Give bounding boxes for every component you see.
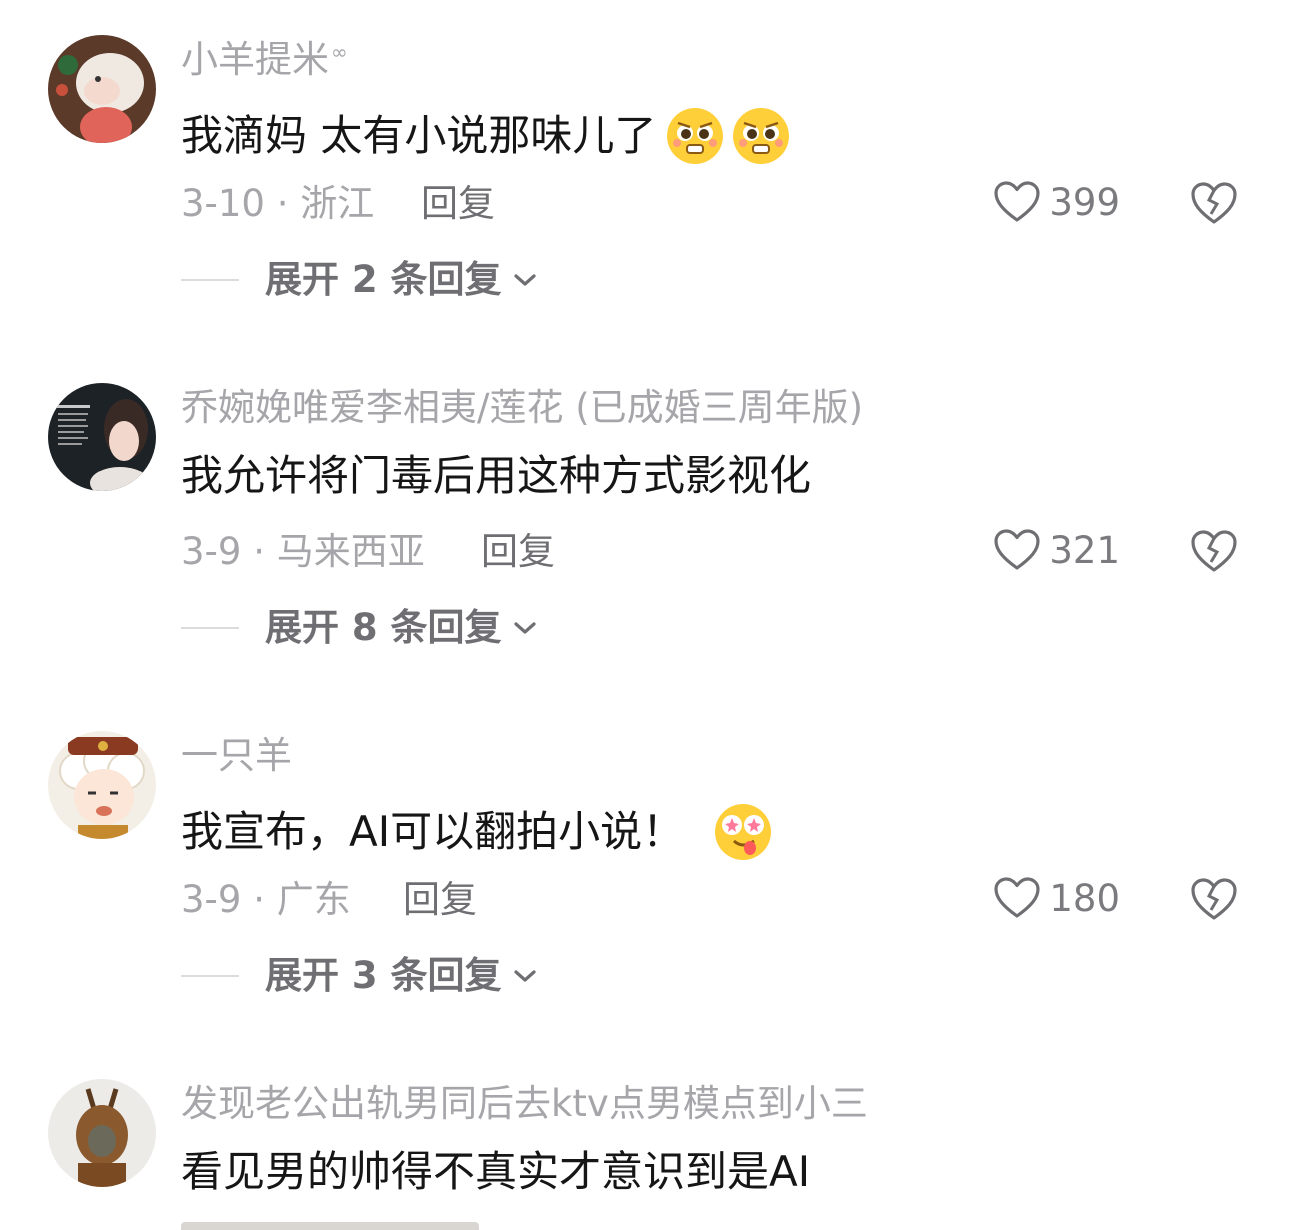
expand-replies-label: 展开 3 条回复 [265, 954, 502, 997]
expand-replies-button[interactable]: 展开 2 条回复 [181, 261, 538, 298]
reply-button[interactable]: 回复 [403, 881, 477, 918]
username[interactable]: 小羊提米 ∞ [181, 41, 348, 78]
heart-outline-icon [994, 529, 1040, 570]
pleading-face-emoji [732, 107, 790, 165]
broken-heart-icon [1191, 878, 1237, 920]
expand-replies-button[interactable]: 展开 8 条回复 [181, 609, 538, 646]
dislike-button[interactable] [1190, 528, 1238, 574]
comment-date-location: 3-10 · 浙江 [181, 182, 375, 225]
avatar[interactable] [48, 731, 156, 839]
chevron-down-icon [513, 273, 536, 286]
dislike-button[interactable] [1190, 876, 1238, 922]
username[interactable]: 发现老公出轨男同后去ktv点男模点到小三 [181, 1085, 868, 1122]
comment-text: 我宣布，AI可以翻拍小说！ [181, 803, 772, 861]
comment-list: 小羊提米 ∞ 我滴妈 太有小说那味儿了 3-10 · 浙江 回复 399 展开 2… [0, 0, 1290, 1230]
avatar-cartoon-sheep-image [48, 731, 156, 839]
comment-date-location: 3-9 · 广东 [181, 878, 351, 921]
comment-date-location: 3-9 · 马来西亚 [181, 530, 425, 573]
heart-outline-icon [994, 181, 1040, 222]
like-button[interactable]: 321 [993, 528, 1120, 572]
heart-outline-icon [994, 877, 1040, 918]
divider-line [181, 278, 239, 281]
avatar-lamb-image [48, 35, 156, 143]
expand-replies-label: 展开 2 条回复 [265, 258, 502, 301]
expand-replies-button[interactable]: 展开 3 条回复 [181, 957, 538, 994]
comment-item: 一只羊 我宣布，AI可以翻拍小说！ 3-9 · 广东 回复 180 展开 3 条… [0, 731, 1290, 1071]
pleading-face-emoji [666, 107, 724, 165]
comment-text: 看见男的帅得不真实才意识到是AI [181, 1147, 811, 1196]
broken-heart-icon [1191, 182, 1237, 224]
chevron-down-icon [513, 621, 536, 634]
like-count: 180 [1049, 876, 1120, 920]
comment-image-preview[interactable] [181, 1222, 479, 1230]
comment-text: 我允许将门毒后用这种方式影视化 [181, 451, 812, 500]
like-count: 399 [1049, 180, 1120, 224]
chevron-down-icon [513, 969, 536, 982]
reply-button[interactable]: 回复 [421, 185, 495, 222]
avatar[interactable] [48, 1079, 156, 1187]
divider-line [181, 974, 239, 977]
avatar[interactable] [48, 35, 156, 143]
comment-item: 乔婉娩唯爱李相夷/莲花 (已成婚三周年版) 我允许将门毒后用这种方式影视化 3-… [0, 383, 1290, 723]
username-badge: ∞ [331, 39, 348, 64]
username[interactable]: 乔婉娩唯爱李相夷/莲花 (已成婚三周年版) [181, 389, 863, 426]
star-struck-tongue-face-emoji [714, 803, 772, 861]
like-count: 321 [1049, 528, 1120, 572]
comment-item: 发现老公出轨男同后去ktv点男模点到小三 看见男的帅得不真实才意识到是AI [0, 1079, 1290, 1230]
comment-text: 我滴妈 太有小说那味儿了 [181, 107, 790, 165]
like-button[interactable]: 180 [993, 876, 1120, 920]
avatar-woman-portrait-image [48, 383, 156, 491]
avatar-costume-figure-image [48, 1079, 156, 1187]
dislike-button[interactable] [1190, 180, 1238, 226]
divider-line [181, 626, 239, 629]
comment-item: 小羊提米 ∞ 我滴妈 太有小说那味儿了 3-10 · 浙江 回复 399 展开 2… [0, 35, 1290, 375]
username[interactable]: 一只羊 [181, 737, 292, 774]
like-button[interactable]: 399 [993, 180, 1120, 224]
avatar[interactable] [48, 383, 156, 491]
broken-heart-icon [1191, 530, 1237, 572]
reply-button[interactable]: 回复 [481, 533, 555, 570]
expand-replies-label: 展开 8 条回复 [265, 606, 502, 649]
